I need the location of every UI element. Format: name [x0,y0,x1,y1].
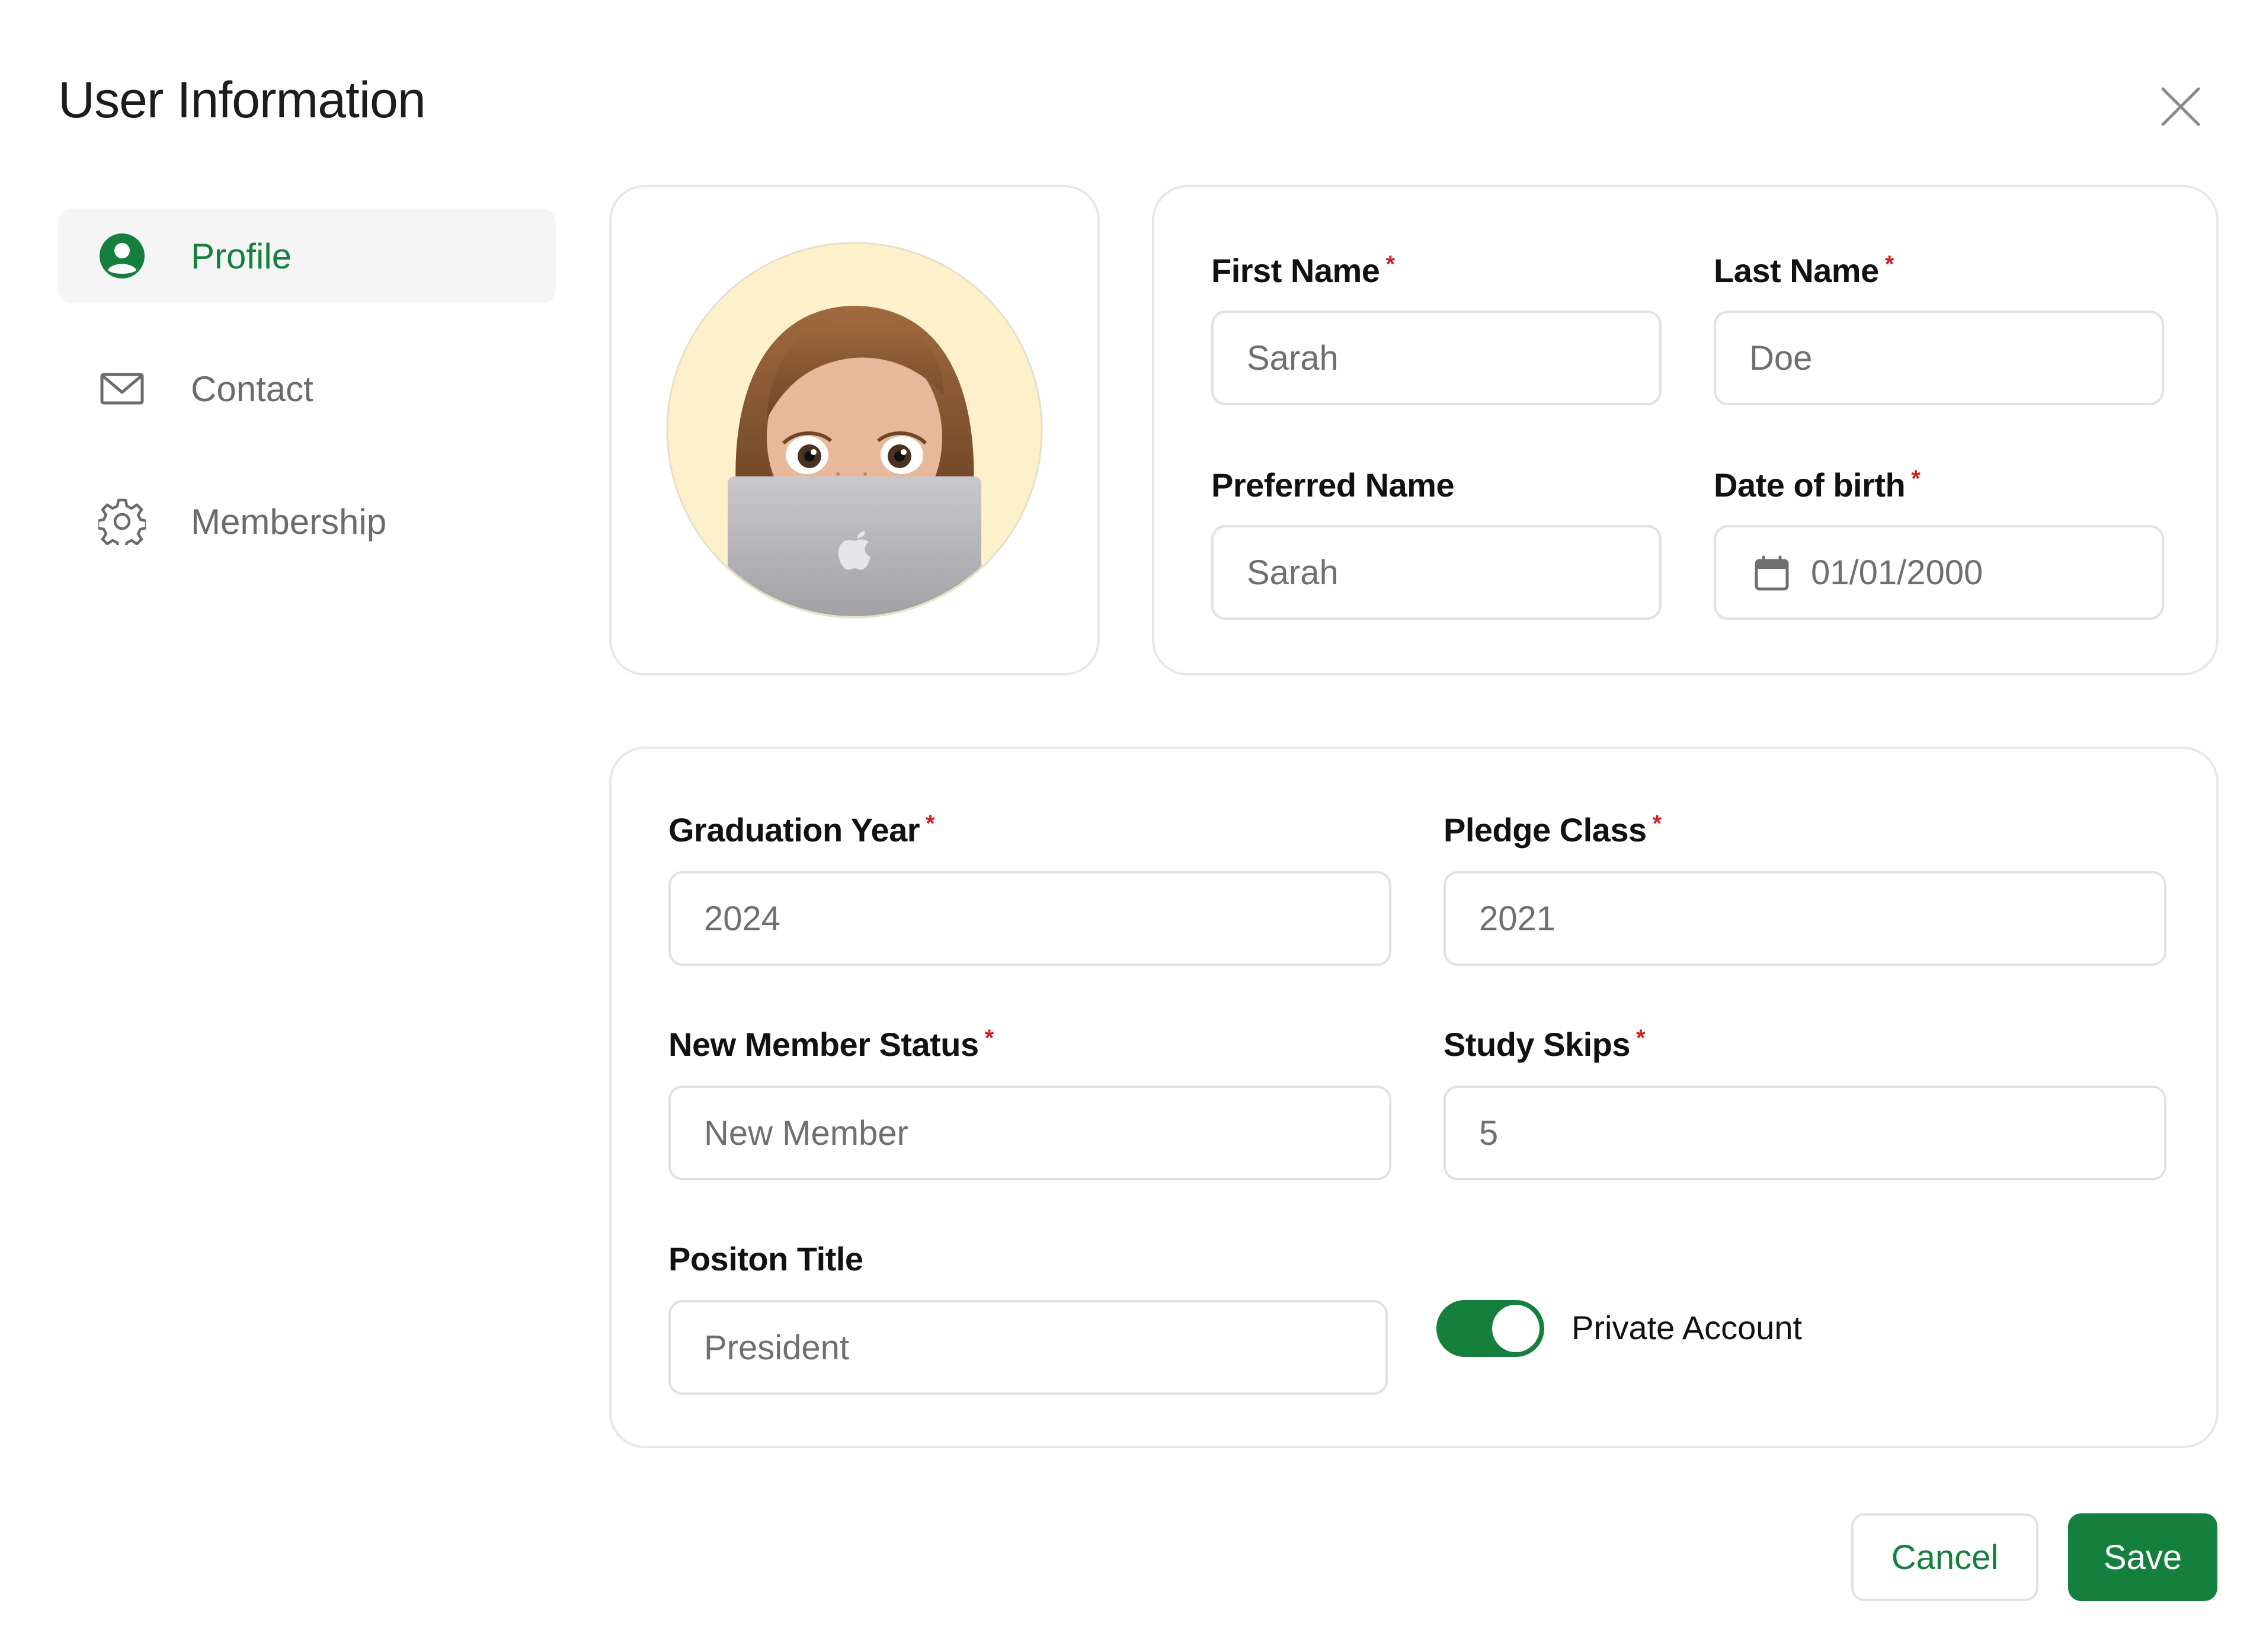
last-name-label: Last Name * [1714,251,1894,290]
sidebar-item-label: Contact [191,369,313,409]
cancel-button[interactable]: Cancel [1851,1513,2038,1601]
pledge-class-label: Pledge Class * [1444,811,1662,849]
required-marker: * [1911,466,1921,492]
new-member-status-label-text: New Member Status [668,1026,979,1063]
required-marker: * [1884,251,1894,277]
close-button[interactable] [2157,83,2204,130]
first-name-label-text: First Name [1211,252,1380,289]
gear-icon [96,498,148,550]
graduation-year-label-text: Graduation Year [668,811,920,849]
study-skips-label: Study Skips * [1444,1025,1646,1064]
position-title-input[interactable] [668,1300,1388,1395]
dialog-title: User Information [58,72,426,129]
private-account-label: Private Account [1572,1309,1803,1346]
sidebar-item-profile[interactable]: Profile [58,209,556,303]
required-marker: * [1652,811,1662,837]
last-name-label-text: Last Name [1714,252,1879,289]
preferred-name-label: Preferred Name [1211,466,1455,504]
required-marker: * [984,1025,994,1051]
required-marker: * [1636,1025,1646,1051]
first-name-label: First Name * [1211,251,1395,290]
new-member-status-input[interactable] [668,1086,1391,1180]
study-skips-label-text: Study Skips [1444,1026,1631,1063]
sidebar-item-label: Profile [191,236,292,276]
new-member-status-label: New Member Status * [668,1025,994,1064]
graduation-year-label: Graduation Year * [668,811,935,849]
avatar-card [609,185,1100,675]
sidebar-item-membership[interactable]: Membership [58,474,556,569]
close-icon [2161,87,2200,126]
private-account-toggle[interactable] [1436,1300,1544,1357]
required-marker: * [926,811,935,837]
calendar-icon [1753,555,1791,593]
avatar[interactable] [666,242,1043,619]
toggle-knob [1492,1305,1540,1352]
study-skips-input[interactable] [1444,1086,2166,1180]
sidebar-item-contact[interactable]: Contact [58,341,556,436]
mail-icon [98,365,146,412]
dob-field[interactable] [1714,525,2164,620]
dob-label-text: Date of birth [1714,466,1906,504]
pledge-class-input[interactable] [1444,871,2166,966]
pledge-class-label-text: Pledge Class [1444,811,1647,849]
save-button[interactable]: Save [2068,1513,2217,1601]
dob-input[interactable] [1811,527,2143,617]
first-name-input[interactable] [1211,310,1662,405]
last-name-input[interactable] [1714,310,2164,405]
graduation-year-input[interactable] [668,871,1391,966]
membership-details-card: Graduation Year* Pledge Class* New Membe… [609,747,2219,1448]
name-card: First Name* Last Name* Preferred Name Da… [1152,185,2219,675]
preferred-name-input[interactable] [1211,525,1662,620]
required-marker: * [1385,251,1395,277]
user-circle-icon [98,232,146,280]
dob-label: Date of birth * [1714,466,1921,504]
sidebar-item-label: Membership [191,501,387,542]
position-title-label: Positon Title [668,1240,863,1278]
